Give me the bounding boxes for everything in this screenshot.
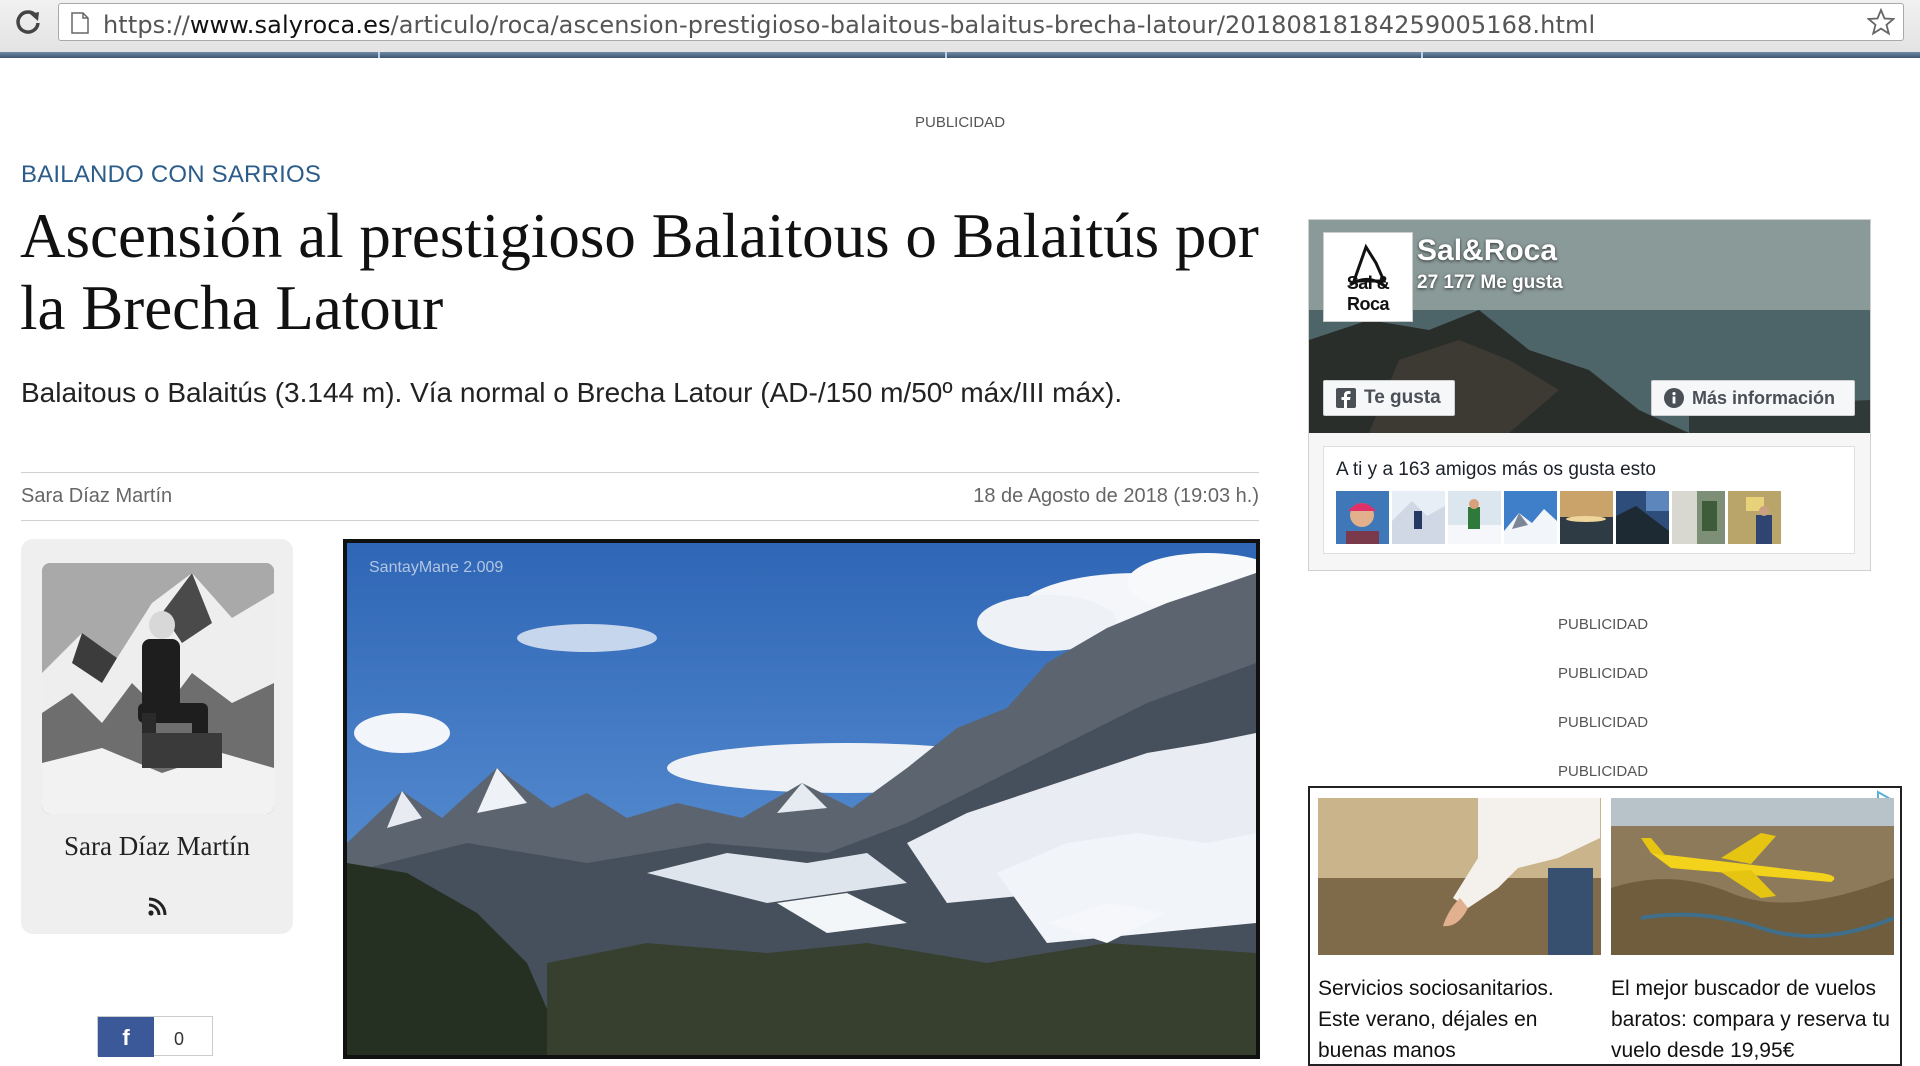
friend-avatar[interactable]: [1560, 491, 1613, 544]
url-text: https://www.salyroca.es/articulo/roca/as…: [103, 11, 1595, 39]
ad-label-top: PUBLICIDAD: [915, 114, 1006, 131]
strip-divider: [1421, 52, 1423, 58]
author-photo[interactable]: [42, 563, 274, 814]
ad-card-text: El mejor buscador de vuelos baratos: com…: [1611, 977, 1890, 1062]
rss-icon[interactable]: [145, 895, 169, 919]
ad-card-text: Servicios sociosanitarios. Este verano, …: [1318, 977, 1554, 1062]
logo-text: Sal & Roca: [1346, 273, 1390, 314]
friend-avatar[interactable]: [1392, 491, 1445, 544]
ad-label-side: PUBLICIDAD: [1558, 763, 1649, 780]
article-subtitle: Balaitous o Balaitús (3.144 m). Vía norm…: [21, 377, 1123, 408]
facebook-share-button[interactable]: f: [98, 1017, 154, 1057]
ad-label-side: PUBLICIDAD: [1558, 616, 1649, 633]
author-name[interactable]: Sara Díaz Martín: [21, 831, 293, 862]
section-link[interactable]: BAILANDO CON SARRIOS: [21, 161, 321, 189]
facebook-like-count: 27 177 Me gusta: [1417, 272, 1563, 293]
facebook-cover-photo[interactable]: Sal & Roca Sal&Roca 27 177 Me gusta Te g…: [1309, 220, 1870, 433]
byline-author[interactable]: Sara Díaz Martín: [21, 485, 172, 508]
info-button-label: Más información: [1692, 387, 1836, 408]
ad-card[interactable]: Servicios sociosanitarios. Este verano, …: [1318, 798, 1601, 1064]
ad-image-caregiver: [1318, 798, 1601, 955]
ad-label-side: PUBLICIDAD: [1558, 665, 1649, 682]
friends-like-text: A ti y a 163 amigos más os gusta esto: [1336, 459, 1657, 480]
bookmark-star-icon[interactable]: [1866, 7, 1896, 41]
strip-divider: [378, 52, 380, 58]
url-prefix: https://: [103, 11, 190, 39]
mountain-landscape-image: [347, 543, 1256, 1055]
photo-credit: SantayMane 2.009: [369, 559, 504, 576]
page-load-strip: [0, 52, 1920, 58]
article-title: Ascensión al prestigioso Balaitous o Bal…: [20, 201, 1259, 343]
sponsored-ad-block: Servicios sociosanitarios. Este verano, …: [1308, 786, 1902, 1066]
page-icon: [71, 12, 89, 39]
divider: [21, 520, 1259, 521]
friend-avatars: [1336, 491, 1781, 544]
info-icon: [1664, 388, 1684, 408]
friend-avatar[interactable]: [1672, 491, 1725, 544]
facebook-share-box: f 0: [97, 1016, 213, 1057]
address-bar[interactable]: https://www.salyroca.es/articulo/roca/as…: [58, 3, 1904, 41]
sal-roca-logo[interactable]: Sal & Roca: [1323, 232, 1413, 322]
friend-avatar[interactable]: [1728, 491, 1781, 544]
reload-icon[interactable]: [10, 4, 46, 40]
ad-card[interactable]: El mejor buscador de vuelos baratos: com…: [1611, 798, 1894, 1064]
friend-avatar[interactable]: [1504, 491, 1557, 544]
article-main-photo[interactable]: SantayMane 2.009: [343, 539, 1260, 1059]
friend-avatar[interactable]: [1448, 491, 1501, 544]
byline-date: 18 de Agosto de 2018 (19:03 h.): [973, 485, 1259, 507]
url-host: www.salyroca.es: [189, 11, 391, 39]
facebook-page-name[interactable]: Sal&Roca: [1417, 234, 1557, 268]
author-card: Sara Díaz Martín: [21, 539, 293, 934]
facebook-like-button[interactable]: Te gusta: [1323, 380, 1455, 416]
friend-avatar[interactable]: [1336, 491, 1389, 544]
like-button-label: Te gusta: [1364, 387, 1441, 408]
facebook-page-widget: Sal & Roca Sal&Roca 27 177 Me gusta Te g…: [1308, 219, 1871, 571]
strip-divider: [945, 52, 947, 58]
url-path: /articulo/roca/ascension-prestigioso-bal…: [390, 11, 1596, 39]
ad-label-side: PUBLICIDAD: [1558, 714, 1649, 731]
divider: [21, 472, 1259, 473]
facebook-friends-box: A ti y a 163 amigos más os gusta esto: [1323, 446, 1855, 554]
friend-avatar[interactable]: [1616, 491, 1669, 544]
ad-image-airplane: [1611, 798, 1894, 955]
browser-toolbar: https://www.salyroca.es/articulo/roca/as…: [0, 0, 1920, 53]
share-count: 0: [174, 1029, 185, 1049]
more-info-button[interactable]: Más información: [1651, 380, 1855, 416]
facebook-icon: [1336, 388, 1356, 408]
